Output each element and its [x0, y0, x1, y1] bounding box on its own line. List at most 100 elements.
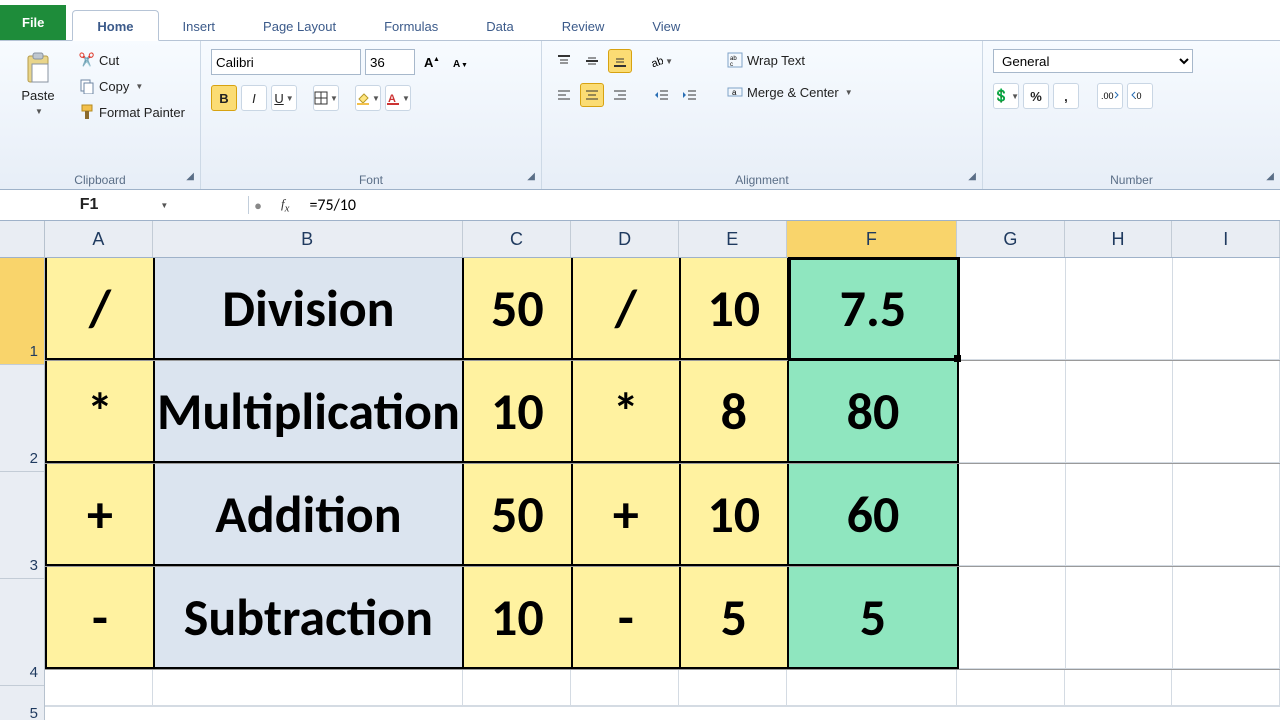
cell-C5[interactable]: [463, 670, 572, 706]
accounting-format-button[interactable]: 💲▼: [993, 83, 1019, 109]
cell-A4[interactable]: -: [45, 567, 155, 669]
col-header-D[interactable]: D: [571, 221, 679, 257]
tab-review[interactable]: Review: [538, 11, 629, 40]
cell-D3[interactable]: +: [573, 464, 681, 566]
row-header-5[interactable]: 5: [0, 686, 44, 720]
cell-F2[interactable]: 80: [789, 361, 959, 463]
cell-B1[interactable]: Division: [155, 258, 464, 360]
font-size-combo[interactable]: [365, 49, 415, 75]
row-header-2[interactable]: 2: [0, 365, 44, 472]
cell-B2[interactable]: Multiplication: [155, 361, 464, 463]
cell-B3[interactable]: Addition: [155, 464, 464, 566]
tab-formulas[interactable]: Formulas: [360, 11, 462, 40]
select-all-corner[interactable]: [0, 221, 44, 258]
cell-C3[interactable]: 50: [464, 464, 573, 566]
cell-F5[interactable]: [787, 670, 957, 706]
cell-H2[interactable]: [1066, 361, 1173, 463]
cell-G5[interactable]: [957, 670, 1065, 706]
row-header-1[interactable]: 1: [0, 258, 44, 365]
align-middle-button[interactable]: [580, 49, 604, 73]
border-button[interactable]: ▼: [313, 85, 339, 111]
row-header-3[interactable]: 3: [0, 472, 44, 579]
dialog-launcher-icon[interactable]: ◢: [968, 171, 976, 182]
cell-A5[interactable]: [45, 670, 153, 706]
shrink-font-button[interactable]: A▼: [447, 50, 471, 74]
wrap-text-button[interactable]: abc Wrap Text: [722, 49, 858, 71]
cell-A1[interactable]: /: [45, 258, 155, 360]
copy-button[interactable]: Copy ▼: [74, 75, 190, 97]
col-header-H[interactable]: H: [1065, 221, 1173, 257]
cell-E5[interactable]: [679, 670, 787, 706]
cell-A3[interactable]: +: [45, 464, 155, 566]
font-name-combo[interactable]: [211, 49, 361, 75]
col-header-I[interactable]: I: [1172, 221, 1280, 257]
cell-C2[interactable]: 10: [464, 361, 573, 463]
col-header-A[interactable]: A: [45, 221, 153, 257]
col-header-C[interactable]: C: [463, 221, 572, 257]
increase-decimal-button[interactable]: .00: [1097, 83, 1123, 109]
cell-D1[interactable]: /: [573, 258, 681, 360]
tab-view[interactable]: View: [628, 11, 704, 40]
dialog-launcher-icon[interactable]: ◢: [186, 171, 194, 182]
name-box[interactable]: F1 ▼: [0, 196, 249, 214]
cell-I1[interactable]: [1173, 258, 1280, 360]
merge-center-button[interactable]: a Merge & Center ▼: [722, 81, 858, 103]
cell-D2[interactable]: *: [573, 361, 681, 463]
col-header-B[interactable]: B: [153, 221, 463, 257]
paste-button[interactable]: Paste ▼: [10, 49, 66, 119]
cell-D5[interactable]: [571, 670, 679, 706]
fill-handle[interactable]: [954, 355, 961, 362]
tab-page-layout[interactable]: Page Layout: [239, 11, 360, 40]
cell-G3[interactable]: [959, 464, 1066, 566]
cell-F3[interactable]: 60: [789, 464, 959, 566]
decrease-decimal-button[interactable]: .0: [1127, 83, 1153, 109]
align-bottom-button[interactable]: [608, 49, 632, 73]
cell-I4[interactable]: [1173, 567, 1280, 669]
tab-insert[interactable]: Insert: [159, 11, 240, 40]
cell-F4[interactable]: 5: [789, 567, 959, 669]
cell-I2[interactable]: [1173, 361, 1280, 463]
decrease-indent-button[interactable]: [650, 83, 674, 107]
col-header-F[interactable]: F: [787, 221, 957, 257]
fx-icon[interactable]: fx: [267, 196, 303, 215]
cell-B4[interactable]: Subtraction: [155, 567, 464, 669]
cut-button[interactable]: ✂️ Cut: [74, 49, 190, 71]
cancel-icon[interactable]: ●: [249, 198, 267, 213]
percent-format-button[interactable]: %: [1023, 83, 1049, 109]
align-top-button[interactable]: [552, 49, 576, 73]
col-header-G[interactable]: G: [957, 221, 1065, 257]
cell-I3[interactable]: [1173, 464, 1280, 566]
cell-D4[interactable]: -: [573, 567, 681, 669]
cell-B5[interactable]: [153, 670, 463, 706]
cell-H4[interactable]: [1066, 567, 1173, 669]
align-center-button[interactable]: [580, 83, 604, 107]
tab-data[interactable]: Data: [462, 11, 537, 40]
bold-button[interactable]: B: [211, 85, 237, 111]
cell-H1[interactable]: [1066, 258, 1173, 360]
cell-C1[interactable]: 50: [464, 258, 573, 360]
cell-A2[interactable]: *: [45, 361, 155, 463]
underline-button[interactable]: U▼: [271, 85, 297, 111]
row-header-4[interactable]: 4: [0, 579, 44, 686]
cell-E1[interactable]: 10: [681, 258, 789, 360]
col-header-E[interactable]: E: [679, 221, 787, 257]
formula-input[interactable]: [303, 194, 1280, 217]
tab-home[interactable]: Home: [72, 10, 158, 41]
font-color-button[interactable]: A▼: [385, 85, 411, 111]
increase-indent-button[interactable]: [678, 83, 702, 107]
comma-format-button[interactable]: ,: [1053, 83, 1079, 109]
grow-font-button[interactable]: A▲: [419, 50, 443, 74]
cell-E2[interactable]: 8: [681, 361, 789, 463]
tab-file[interactable]: File: [0, 5, 66, 40]
align-right-button[interactable]: [608, 83, 632, 107]
cell-E4[interactable]: 5: [681, 567, 789, 669]
cell-G2[interactable]: [959, 361, 1066, 463]
cell-H5[interactable]: [1065, 670, 1173, 706]
cell-H3[interactable]: [1066, 464, 1173, 566]
align-left-button[interactable]: [552, 83, 576, 107]
dialog-launcher-icon[interactable]: ◢: [1266, 171, 1274, 182]
dialog-launcher-icon[interactable]: ◢: [527, 171, 535, 182]
italic-button[interactable]: I: [241, 85, 267, 111]
cell-E3[interactable]: 10: [681, 464, 789, 566]
cell-I5[interactable]: [1172, 670, 1280, 706]
